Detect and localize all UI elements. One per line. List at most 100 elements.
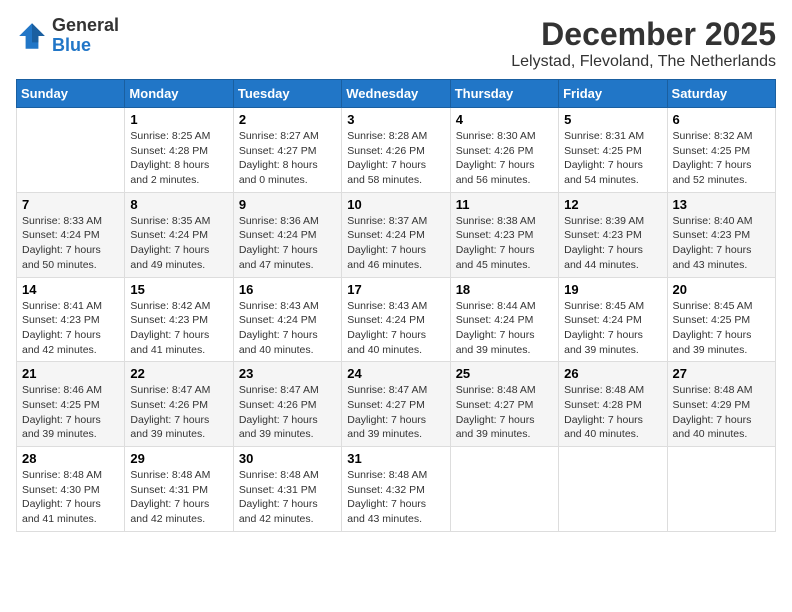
- header-cell-monday: Monday: [125, 80, 233, 108]
- header-cell-saturday: Saturday: [667, 80, 775, 108]
- calendar-cell: 23 Sunrise: 8:47 AM Sunset: 4:26 PM Dayli…: [233, 362, 341, 447]
- day-info: Sunrise: 8:27 AM Sunset: 4:27 PM Dayligh…: [239, 129, 336, 188]
- calendar-cell: 11Sunrise: 8:38 AM Sunset: 4:23 PM Dayli…: [450, 192, 558, 277]
- calendar-cell: 2 Sunrise: 8:27 AM Sunset: 4:27 PM Daylig…: [233, 108, 341, 193]
- day-info: Sunrise: 8:48 AM Sunset: 4:31 PM Dayligh…: [239, 468, 336, 527]
- calendar-cell: [450, 447, 558, 532]
- day-info: Sunrise: 8:47 AM Sunset: 4:27 PM Dayligh…: [347, 383, 444, 442]
- calendar-cell: 9 Sunrise: 8:36 AM Sunset: 4:24 PM Daylig…: [233, 192, 341, 277]
- day-info: Sunrise: 8:47 AM Sunset: 4:26 PM Dayligh…: [239, 383, 336, 442]
- week-row-4: 21Sunrise: 8:46 AM Sunset: 4:25 PM Dayli…: [17, 362, 776, 447]
- calendar-cell: 26 Sunrise: 8:48 AM Sunset: 4:28 PM Dayli…: [559, 362, 667, 447]
- calendar-cell: 27Sunrise: 8:48 AM Sunset: 4:29 PM Dayli…: [667, 362, 775, 447]
- day-info: Sunrise: 8:43 AM Sunset: 4:24 PM Dayligh…: [347, 299, 444, 358]
- day-info: Sunrise: 8:36 AM Sunset: 4:24 PM Dayligh…: [239, 214, 336, 273]
- calendar-cell: 12Sunrise: 8:39 AM Sunset: 4:23 PM Dayli…: [559, 192, 667, 277]
- day-number: 4: [456, 112, 553, 127]
- title-block: December 2025 Lelystad, Flevoland, The N…: [511, 16, 776, 71]
- logo: General Blue: [16, 16, 119, 56]
- day-info: Sunrise: 8:48 AM Sunset: 4:32 PM Dayligh…: [347, 468, 444, 527]
- calendar-cell: 28 Sunrise: 8:48 AM Sunset: 4:30 PM Dayli…: [17, 447, 125, 532]
- calendar-cell: 13Sunrise: 8:40 AM Sunset: 4:23 PM Dayli…: [667, 192, 775, 277]
- day-info: Sunrise: 8:41 AM Sunset: 4:23 PM Dayligh…: [22, 299, 119, 358]
- week-row-3: 14 Sunrise: 8:41 AM Sunset: 4:23 PM Dayli…: [17, 277, 776, 362]
- header-cell-tuesday: Tuesday: [233, 80, 341, 108]
- day-info: Sunrise: 8:43 AM Sunset: 4:24 PM Dayligh…: [239, 299, 336, 358]
- day-info: Sunrise: 8:25 AM Sunset: 4:28 PM Dayligh…: [130, 129, 227, 188]
- day-number: 28: [22, 451, 119, 466]
- day-number: 5: [564, 112, 661, 127]
- day-number: 2: [239, 112, 336, 127]
- calendar-cell: 8Sunrise: 8:35 AM Sunset: 4:24 PM Daylig…: [125, 192, 233, 277]
- calendar-body: 1 Sunrise: 8:25 AM Sunset: 4:28 PM Daylig…: [17, 108, 776, 532]
- day-info: Sunrise: 8:30 AM Sunset: 4:26 PM Dayligh…: [456, 129, 553, 188]
- calendar-table: SundayMondayTuesdayWednesdayThursdayFrid…: [16, 79, 776, 532]
- calendar-cell: 3Sunrise: 8:28 AM Sunset: 4:26 PM Daylig…: [342, 108, 450, 193]
- calendar-cell: 30 Sunrise: 8:48 AM Sunset: 4:31 PM Dayli…: [233, 447, 341, 532]
- calendar-cell: 16Sunrise: 8:43 AM Sunset: 4:24 PM Dayli…: [233, 277, 341, 362]
- logo-icon: [16, 20, 48, 52]
- calendar-header: SundayMondayTuesdayWednesdayThursdayFrid…: [17, 80, 776, 108]
- day-info: Sunrise: 8:48 AM Sunset: 4:27 PM Dayligh…: [456, 383, 553, 442]
- day-info: Sunrise: 8:48 AM Sunset: 4:30 PM Dayligh…: [22, 468, 119, 527]
- day-info: Sunrise: 8:46 AM Sunset: 4:25 PM Dayligh…: [22, 383, 119, 442]
- calendar-cell: 22Sunrise: 8:47 AM Sunset: 4:26 PM Dayli…: [125, 362, 233, 447]
- week-row-5: 28 Sunrise: 8:48 AM Sunset: 4:30 PM Dayli…: [17, 447, 776, 532]
- day-number: 9: [239, 197, 336, 212]
- calendar-cell: 29 Sunrise: 8:48 AM Sunset: 4:31 PM Dayli…: [125, 447, 233, 532]
- calendar-cell: 14 Sunrise: 8:41 AM Sunset: 4:23 PM Dayli…: [17, 277, 125, 362]
- day-info: Sunrise: 8:45 AM Sunset: 4:25 PM Dayligh…: [673, 299, 770, 358]
- day-info: Sunrise: 8:32 AM Sunset: 4:25 PM Dayligh…: [673, 129, 770, 188]
- day-number: 30: [239, 451, 336, 466]
- day-number: 19: [564, 282, 661, 297]
- day-number: 10: [347, 197, 444, 212]
- calendar-cell: 25 Sunrise: 8:48 AM Sunset: 4:27 PM Dayli…: [450, 362, 558, 447]
- logo-text: General Blue: [52, 16, 119, 56]
- week-row-2: 7 Sunrise: 8:33 AM Sunset: 4:24 PM Daylig…: [17, 192, 776, 277]
- calendar-cell: 17 Sunrise: 8:43 AM Sunset: 4:24 PM Dayli…: [342, 277, 450, 362]
- day-number: 26: [564, 366, 661, 381]
- day-number: 17: [347, 282, 444, 297]
- calendar-cell: 10Sunrise: 8:37 AM Sunset: 4:24 PM Dayli…: [342, 192, 450, 277]
- day-number: 15: [130, 282, 227, 297]
- day-number: 8: [130, 197, 227, 212]
- calendar-cell: 1 Sunrise: 8:25 AM Sunset: 4:28 PM Daylig…: [125, 108, 233, 193]
- calendar-cell: 31 Sunrise: 8:48 AM Sunset: 4:32 PM Dayli…: [342, 447, 450, 532]
- day-info: Sunrise: 8:31 AM Sunset: 4:25 PM Dayligh…: [564, 129, 661, 188]
- calendar-cell: 6 Sunrise: 8:32 AM Sunset: 4:25 PM Daylig…: [667, 108, 775, 193]
- day-info: Sunrise: 8:48 AM Sunset: 4:28 PM Dayligh…: [564, 383, 661, 442]
- day-number: 11: [456, 197, 553, 212]
- calendar-cell: 18Sunrise: 8:44 AM Sunset: 4:24 PM Dayli…: [450, 277, 558, 362]
- calendar-cell: 7 Sunrise: 8:33 AM Sunset: 4:24 PM Daylig…: [17, 192, 125, 277]
- header-cell-friday: Friday: [559, 80, 667, 108]
- day-info: Sunrise: 8:48 AM Sunset: 4:31 PM Dayligh…: [130, 468, 227, 527]
- day-number: 6: [673, 112, 770, 127]
- day-number: 23: [239, 366, 336, 381]
- day-info: Sunrise: 8:48 AM Sunset: 4:29 PM Dayligh…: [673, 383, 770, 442]
- day-number: 3: [347, 112, 444, 127]
- day-number: 12: [564, 197, 661, 212]
- logo-general: General: [52, 15, 119, 35]
- month-title: December 2025: [511, 16, 776, 53]
- header-cell-sunday: Sunday: [17, 80, 125, 108]
- page-header: General Blue December 2025 Lelystad, Fle…: [16, 16, 776, 71]
- calendar-cell: [17, 108, 125, 193]
- calendar-cell: 4 Sunrise: 8:30 AM Sunset: 4:26 PM Daylig…: [450, 108, 558, 193]
- day-info: Sunrise: 8:40 AM Sunset: 4:23 PM Dayligh…: [673, 214, 770, 273]
- day-number: 24: [347, 366, 444, 381]
- day-number: 7: [22, 197, 119, 212]
- day-number: 31: [347, 451, 444, 466]
- day-number: 1: [130, 112, 227, 127]
- week-row-1: 1 Sunrise: 8:25 AM Sunset: 4:28 PM Daylig…: [17, 108, 776, 193]
- day-number: 29: [130, 451, 227, 466]
- day-number: 25: [456, 366, 553, 381]
- calendar-cell: [667, 447, 775, 532]
- calendar-cell: 19Sunrise: 8:45 AM Sunset: 4:24 PM Dayli…: [559, 277, 667, 362]
- calendar-cell: 15Sunrise: 8:42 AM Sunset: 4:23 PM Dayli…: [125, 277, 233, 362]
- header-cell-thursday: Thursday: [450, 80, 558, 108]
- day-number: 14: [22, 282, 119, 297]
- location: Lelystad, Flevoland, The Netherlands: [511, 53, 776, 71]
- day-info: Sunrise: 8:33 AM Sunset: 4:24 PM Dayligh…: [22, 214, 119, 273]
- logo-blue: Blue: [52, 35, 91, 55]
- day-number: 22: [130, 366, 227, 381]
